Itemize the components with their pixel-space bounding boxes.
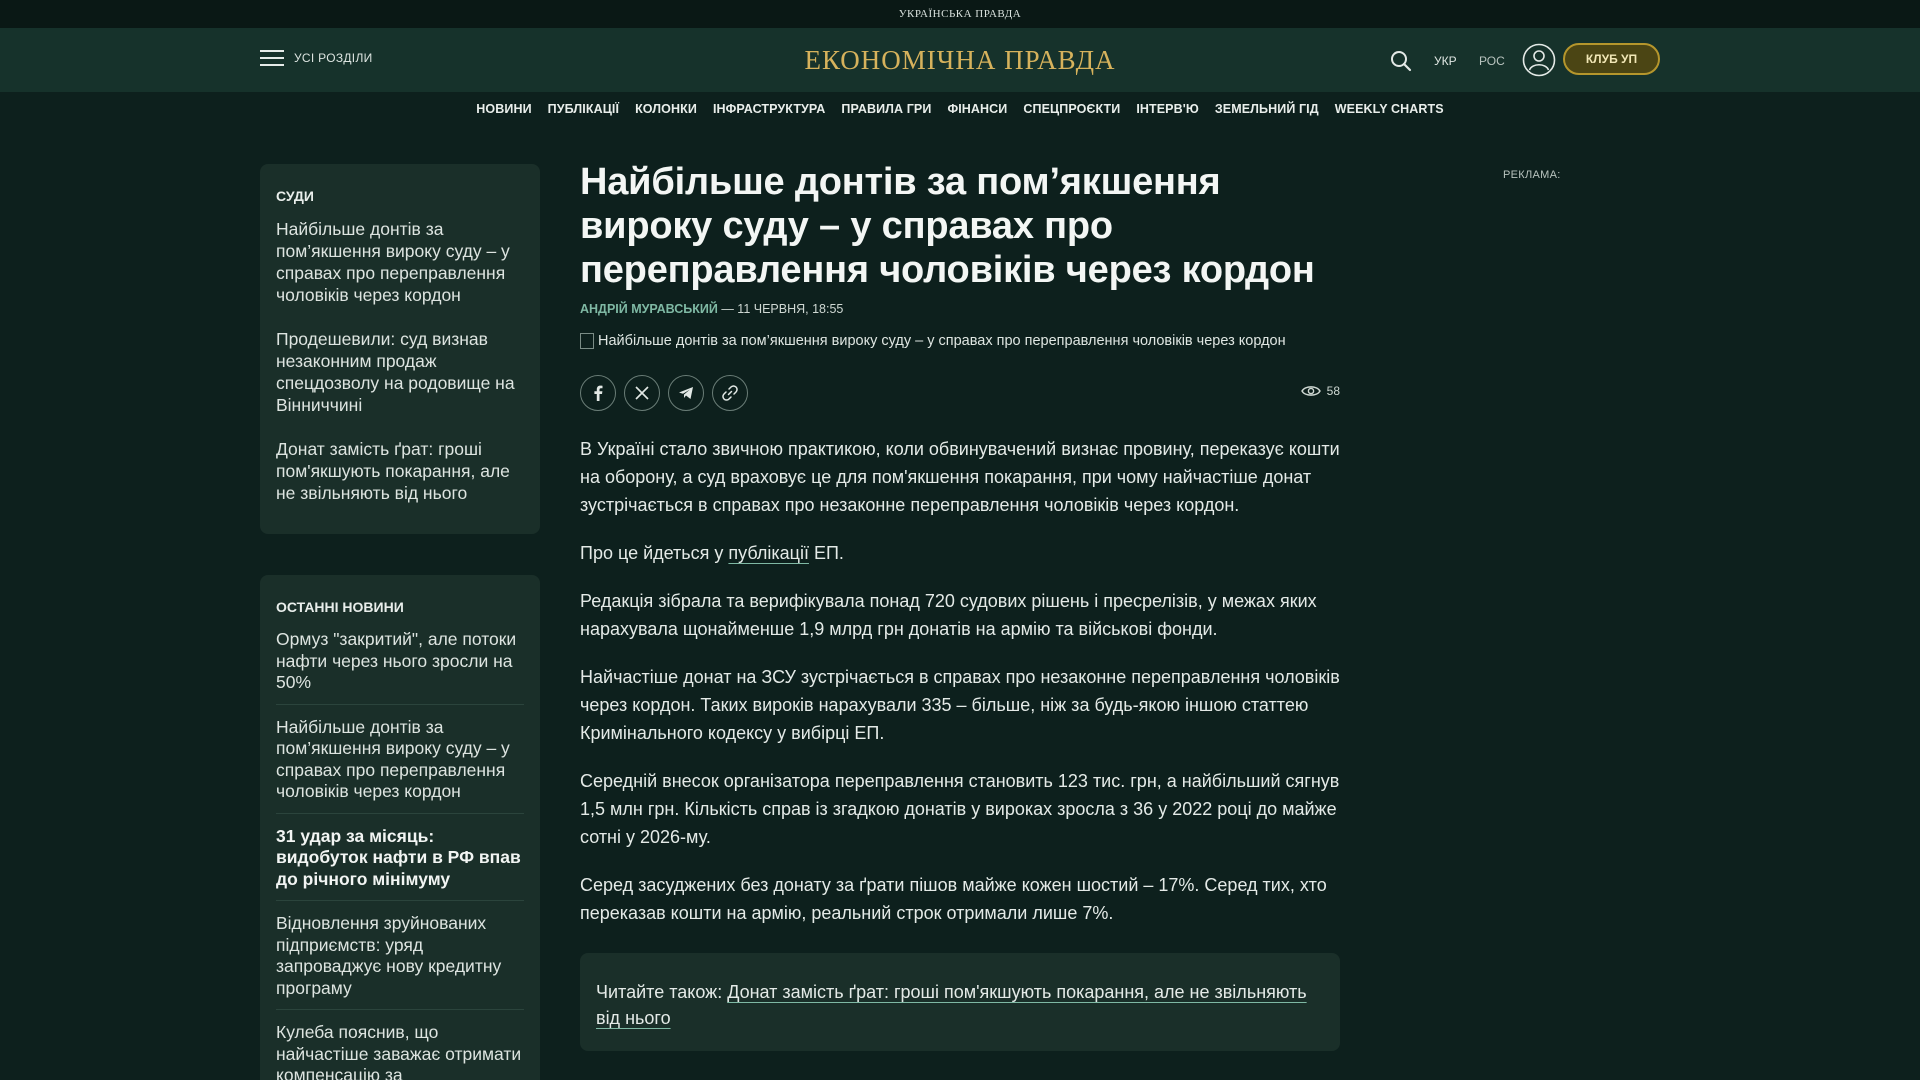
article-paragraph: Редакція зібрала та верифікувала понад 7… <box>580 591 1317 639</box>
source-publication-link[interactable]: публікації <box>728 543 809 563</box>
telegram-share-button[interactable] <box>668 375 704 411</box>
latest-news-item[interactable]: 31 удар за місяць: видобуток нафти в РФ … <box>276 826 524 901</box>
club-up-button[interactable]: КЛУБ УП <box>1563 43 1660 75</box>
article-paragraph: В Україні стало звичною практикою, коли … <box>580 439 1340 515</box>
nav-item-columns[interactable]: КОЛОНКИ <box>635 102 697 116</box>
read-also-label: Читайте також: <box>596 982 728 1002</box>
nav-item-land-guide[interactable]: ЗЕМЕЛЬНИЙ ГІД <box>1215 102 1319 116</box>
source-suffix: ЕП. <box>808 543 844 563</box>
latest-news-item[interactable]: Кулеба пояснив, що найчастіше заважає от… <box>276 1022 524 1080</box>
all-sections-label: УСІ РОЗДІЛИ <box>294 51 373 65</box>
lang-ros-link[interactable]: РОС <box>1479 54 1505 68</box>
nav-item-weekly-charts[interactable]: WEEKLY CHARTS <box>1335 102 1444 116</box>
judges-link[interactable]: Донат замість ґрат: гроші пом'якшують по… <box>276 438 524 504</box>
facebook-share-button[interactable] <box>580 375 616 411</box>
latest-news-section: ОСТАННІ НОВИНИ Ормуз "закритий", але пот… <box>260 575 540 1080</box>
nav-item-news[interactable]: НОВИНИ <box>476 102 531 116</box>
lang-ukr-link[interactable]: УКР <box>1434 54 1457 68</box>
judges-link[interactable]: Найбільше донтів за пом’якшення вироку с… <box>276 218 524 306</box>
share-row: 58 <box>580 375 1340 411</box>
article-paragraph: Найчастіше донат на ЗСУ зустрічається в … <box>580 667 1340 743</box>
main-nav: НОВИНИ ПУБЛІКАЦІЇ КОЛОНКИ ІНФРАСТРУКТУРА… <box>0 102 1920 116</box>
article-image-alt: Найбільше донтів за пом’якшення вироку с… <box>598 333 1286 349</box>
article-byline: АНДРІЙ МУРАВСЬКИЙ — 11 ЧЕРВНЯ, 18:55 <box>580 302 1340 316</box>
telegram-icon <box>679 387 693 399</box>
nav-item-finance[interactable]: ФІНАНСИ <box>947 102 1007 116</box>
broken-image-icon <box>580 333 594 349</box>
latest-news-item[interactable]: Найбільше донтів за пом’якшення вироку с… <box>276 717 524 814</box>
judges-section-title[interactable]: СУДИ <box>276 188 524 204</box>
site-header: УСІ РОЗДІЛИ ЕКОНОМІЧНА ПРАВДА УКР РОС КЛ… <box>0 28 1920 92</box>
nav-item-publications[interactable]: ПУБЛІКАЦІЇ <box>548 102 619 116</box>
latest-news-item[interactable]: Відновлення зруйнованих підприємств: уря… <box>276 913 524 1010</box>
site-logo[interactable]: ЕКОНОМІЧНА ПРАВДА <box>804 45 1115 75</box>
ad-label: РЕКЛАМА: <box>1503 169 1561 181</box>
views-count: 58 <box>1326 384 1340 398</box>
article-paragraph: Середній внесок організатора переправлен… <box>580 771 1340 847</box>
x-share-button[interactable] <box>624 375 660 411</box>
article-paragraph: Серед засуджених без донату за ґрати піш… <box>580 875 1327 923</box>
copy-link-button[interactable] <box>712 375 748 411</box>
up-brand-link[interactable]: УКРАЇНСЬКА ПРАВДА <box>899 8 1022 20</box>
nav-item-rules[interactable]: ПРАВИЛА ГРИ <box>841 102 931 116</box>
read-also-box: Читайте також: Донат замість ґрат: гроші… <box>580 953 1340 1051</box>
author-link[interactable]: АНДРІЙ МУРАВСЬКИЙ <box>580 302 718 316</box>
judges-section: СУДИ Найбільше донтів за пом’якшення вир… <box>260 164 540 534</box>
top-brand-bar: УКРАЇНСЬКА ПРАВДА <box>0 0 1920 28</box>
nav-item-interview[interactable]: ІНТЕРВ'Ю <box>1136 102 1199 116</box>
all-sections-button[interactable]: УСІ РОЗДІЛИ <box>260 50 373 66</box>
article-date: — 11 ЧЕРВНЯ, 18:55 <box>717 302 844 316</box>
nav-item-infrastructure[interactable]: ІНФРАСТРУКТУРА <box>713 102 825 116</box>
article-image: Найбільше донтів за пом’якшення вироку с… <box>580 332 1340 351</box>
source-prefix: Про це йдеться у <box>580 543 729 563</box>
views-counter: 58 <box>1300 384 1340 398</box>
search-icon[interactable] <box>1389 49 1413 73</box>
link-icon <box>722 385 738 401</box>
article-headline: Найбільше донтів за пом’якшення вироку с… <box>580 161 1315 291</box>
eye-icon <box>1300 386 1321 396</box>
judges-link[interactable]: Продешевили: суд визнав незаконним прода… <box>276 328 524 416</box>
facebook-icon <box>594 385 603 401</box>
hamburger-icon <box>260 50 284 66</box>
article: Найбільше донтів за пом’якшення вироку с… <box>580 160 1340 1051</box>
nav-item-special-projects[interactable]: СПЕЦПРОЄКТИ <box>1023 102 1120 116</box>
article-paragraph-source: Про це йдеться у публікації ЕП. <box>580 539 1340 567</box>
article-body: В Україні стало звичною практикою, коли … <box>580 435 1340 927</box>
user-profile-icon[interactable] <box>1522 43 1556 77</box>
latest-news-item[interactable]: Ормуз "закритий", але потоки нафти через… <box>276 629 524 705</box>
latest-news-title[interactable]: ОСТАННІ НОВИНИ <box>276 599 524 615</box>
x-icon <box>635 386 649 400</box>
